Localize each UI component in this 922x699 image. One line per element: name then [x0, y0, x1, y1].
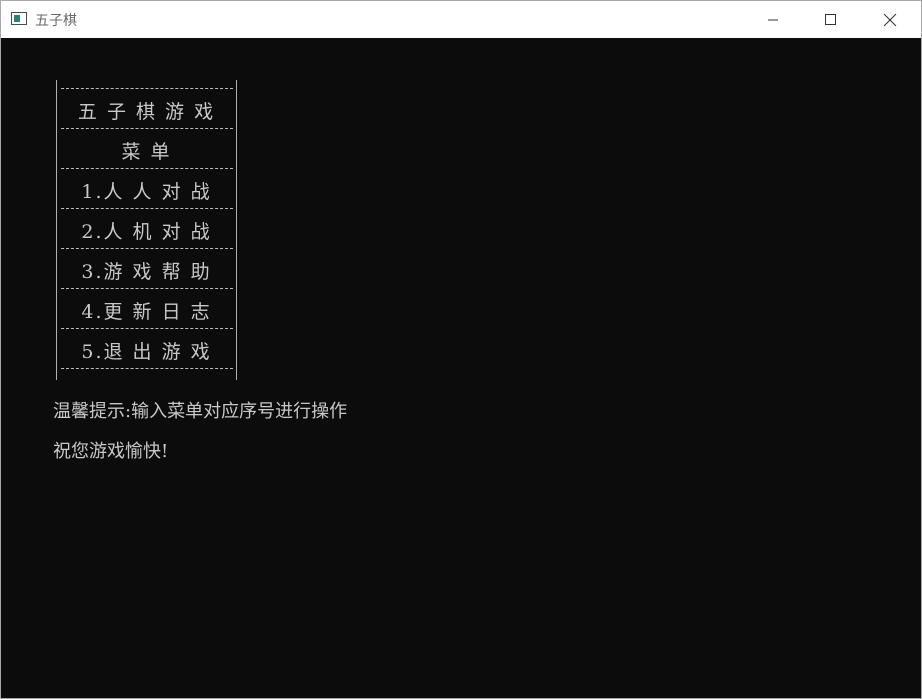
- menu-item-exit: 5.退 出 游 戏: [81, 341, 212, 363]
- menu-item-pvp: 1.人 人 对 战: [81, 181, 212, 203]
- minimize-icon: [768, 19, 778, 21]
- title-bar[interactable]: 五子棋: [1, 1, 921, 38]
- close-button[interactable]: [861, 1, 921, 38]
- close-icon: [883, 13, 897, 27]
- menu-divider: [61, 88, 233, 89]
- menu-divider: [61, 248, 233, 249]
- window-title: 五子棋: [35, 13, 77, 29]
- menu-divider: [61, 288, 233, 289]
- console-window: 五子棋 五 子 棋 游 戏 菜 单 1.人 人 对 战 2.人 机 对 战 3.…: [0, 0, 922, 699]
- maximize-icon: [825, 14, 836, 25]
- menu-divider: [61, 208, 233, 209]
- menu-divider: [61, 328, 233, 329]
- menu-divider: [61, 128, 233, 129]
- menu-divider: [61, 368, 233, 369]
- menu-box: 五 子 棋 游 戏 菜 单 1.人 人 对 战 2.人 机 对 战 3.游 戏 …: [56, 80, 237, 380]
- menu-divider: [61, 168, 233, 169]
- wish-text: 祝您游戏愉快!: [53, 441, 169, 462]
- hint-text: 温馨提示:输入菜单对应序号进行操作: [53, 401, 348, 422]
- maximize-button[interactable]: [802, 1, 862, 38]
- menu-title: 五 子 棋 游 戏: [77, 101, 216, 123]
- menu-item-changelog: 4.更 新 日 志: [81, 301, 212, 323]
- menu-item-pve: 2.人 机 对 战: [81, 221, 212, 243]
- minimize-button[interactable]: [744, 1, 804, 38]
- menu-item-help: 3.游 戏 帮 助: [81, 261, 212, 283]
- menu-subtitle: 菜 单: [121, 141, 172, 163]
- console-output[interactable]: 五 子 棋 游 戏 菜 单 1.人 人 对 战 2.人 机 对 战 3.游 戏 …: [1, 38, 921, 698]
- console-app-icon[interactable]: [11, 12, 27, 25]
